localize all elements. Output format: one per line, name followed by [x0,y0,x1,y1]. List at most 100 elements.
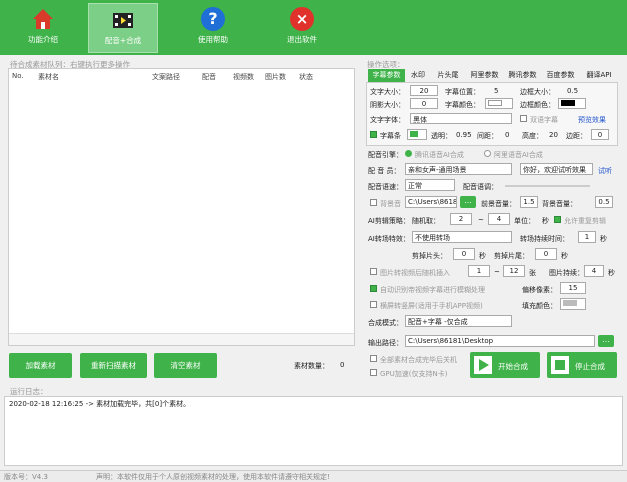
listen-link[interactable]: 试听 [598,166,612,176]
fill-color-picker[interactable] [560,298,586,310]
tab-subtitle[interactable]: 字幕参数 [368,69,405,82]
shadow-input[interactable]: 0 [410,98,438,109]
border-color-label: 边框颜色： [520,101,555,109]
bilingual-checkbox[interactable] [520,115,527,122]
start-button[interactable]: 开始合成 [470,352,540,378]
fg-volume-input[interactable]: 1.5 [520,196,538,208]
tab-tencent[interactable]: 腾讯参数 [505,69,540,82]
mode-select[interactable]: 配音+字幕 -仅合成 [405,315,512,327]
position-value[interactable]: 5 [494,87,498,95]
transition-duration-label: 转场持续时间： [520,235,569,243]
bg-volume-input[interactable]: 0.5 [595,196,613,208]
subtitle-color-picker[interactable] [485,98,513,109]
column-header: 图片数 [265,73,286,81]
output-label: 输出路径： [368,339,403,347]
image-insert-unit: 张 [529,269,536,277]
stop-button[interactable]: 停止合成 [547,352,617,378]
speaker-select[interactable]: 亲和女声-通用场景 [405,163,512,175]
image-insert-from[interactable]: 1 [468,265,490,277]
engine-radio-ali[interactable] [484,150,491,157]
trim-tail-input[interactable]: 0 [535,248,557,260]
gap-value[interactable]: 0 [505,131,509,139]
sample-text-input[interactable]: 你好，欢迎试听效果 [520,163,593,175]
image-insert-label: 图片转视频后随机插入 [380,269,450,277]
preview-link[interactable]: 预览效果 [578,115,606,125]
font-size-label: 文字大小： [370,88,405,96]
font-select[interactable]: 黑体 [410,113,512,124]
fill-color-label: 填充颜色： [522,302,557,310]
gpu-checkbox[interactable] [370,369,377,376]
height-value[interactable]: 20 [549,131,558,139]
tab-intro-outro[interactable]: 片头尾 [431,69,465,82]
image-range-dash: ~ [494,268,500,276]
subtitle-bar-checkbox[interactable] [370,131,377,138]
toolbar-exit-button[interactable]: × 退出软件 [267,3,337,53]
stop-label: 停止合成 [575,362,605,371]
count-label: 素材数量： [294,362,329,370]
offset-input[interactable]: 15 [560,282,586,294]
tab-translate-api[interactable]: 翻译API [581,69,617,82]
log-area[interactable]: 2020-02-18 12:16:25 -> 素材加载完毕，共[0]个素材。 [4,396,623,466]
transition-select[interactable]: 不使用转场 [412,231,512,243]
tab-ali[interactable]: 阿里参数 [467,69,502,82]
auto-subtitle-checkbox[interactable] [370,285,377,292]
toolbar-dub-button[interactable]: 配音+合成 [88,3,158,53]
pitch-slider[interactable] [505,185,590,187]
subtitle-color-label: 字幕颜色： [445,101,480,109]
output-browse-button[interactable]: ... [598,335,614,347]
version-label: 版本号：V4.3 [4,473,48,481]
bg-volume-label: 背景音量： [542,200,577,208]
toolbar-help-button[interactable]: ? 使用帮助 [178,3,248,53]
vertical-label: 横屏转竖屏(适用于手机APP视频) [380,302,483,310]
offset-label: 偏移像素： [522,286,557,294]
gap-label: 间距： [477,132,498,140]
film-icon [111,8,135,32]
subtitle-bar-label: 字幕条 [380,132,401,140]
transition-duration-input[interactable]: 1 [578,231,596,243]
speed-label: 配音语速： [368,183,403,191]
output-path-input[interactable]: C:\Users\86181\Desktop [405,335,595,347]
bgm-browse-button[interactable]: ... [460,196,476,208]
help-icon: ? [201,7,225,31]
shutdown-checkbox[interactable] [370,355,377,362]
load-material-button[interactable]: 加载素材 [9,353,72,378]
column-header: 素材名 [38,73,59,81]
bgm-label: 背景音 [380,200,401,208]
bgm-path-input[interactable]: C:\Users\86181\Desktop [405,196,457,208]
rescan-button[interactable]: 重新扫描素材 [80,353,147,378]
stop-icon [551,356,569,374]
horizontal-scrollbar[interactable] [9,333,354,345]
speed-select[interactable]: 正常 [405,179,455,191]
border-size-value[interactable]: 0.5 [567,87,578,95]
font-size-input[interactable]: 20 [410,85,438,96]
vertical-checkbox[interactable] [370,301,377,308]
allow-repeat-checkbox[interactable] [554,216,561,223]
pitch-label: 配音语调： [463,183,498,191]
toolbar-label: 使用帮助 [198,35,228,44]
clear-button[interactable]: 清空素材 [154,353,217,378]
cut-to-input[interactable]: 4 [488,213,510,225]
image-insert-checkbox[interactable] [370,268,377,275]
engine-tencent-label: 腾讯语音AI合成 [415,151,464,159]
border-size-label: 边框大小： [520,88,555,96]
alpha-value[interactable]: 0.95 [456,131,472,139]
queue-table[interactable] [8,68,355,346]
margin-label: 边距： [566,132,587,140]
transition-unit: 秒 [600,235,607,243]
bgm-checkbox[interactable] [370,199,377,206]
bar-color-picker[interactable] [407,129,427,140]
engine-radio-tencent[interactable] [405,150,412,157]
bilingual-label: 双语字幕 [530,116,558,124]
toolbar-intro-button[interactable]: 功能介绍 [8,3,78,53]
tab-watermark[interactable]: 水印 [407,69,429,82]
cut-from-input[interactable]: 2 [450,213,472,225]
tab-baidu[interactable]: 百度参数 [543,69,578,82]
border-color-picker[interactable] [558,98,586,109]
trim-head-input[interactable]: 0 [453,248,475,260]
start-label: 开始合成 [498,362,528,371]
speaker-label: 配 音 员： [368,167,401,175]
image-duration-input[interactable]: 4 [584,265,604,277]
shadow-label: 阴影大小： [370,101,405,109]
margin-input[interactable]: 0 [591,129,609,140]
image-insert-to[interactable]: 12 [503,265,525,277]
